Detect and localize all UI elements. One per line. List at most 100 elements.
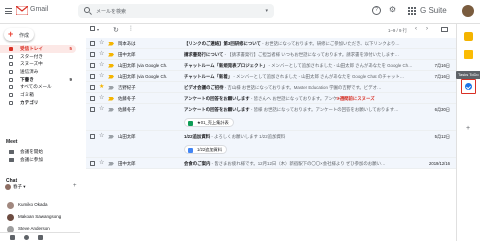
- search-bar[interactable]: メールを検索 ▾: [78, 4, 274, 18]
- importance-marker-icon[interactable]: [108, 135, 114, 139]
- chat-self[interactable]: 春子 ▾: [5, 184, 26, 190]
- email-subject-line: 【リンクのご連絡】第3回研修について - お世話になっております。研修にご参加い…: [184, 38, 414, 49]
- importance-marker-icon[interactable]: [108, 63, 114, 68]
- star-icon[interactable]: ☆: [99, 60, 104, 71]
- sidebar-item[interactable]: すべてのメール: [0, 83, 76, 91]
- email-row[interactable]: ☆ 岡本あは 【リンクのご連絡】第3回研修について - お世話になっております。研修…: [86, 38, 456, 49]
- apps-grid-icon[interactable]: [408, 7, 416, 15]
- settings-icon[interactable]: ⚙: [388, 6, 397, 15]
- importance-marker-icon[interactable]: [108, 162, 114, 166]
- sidebar-item[interactable]: ゴミ箱: [0, 91, 76, 99]
- unread-count: 5: [69, 46, 72, 51]
- email-row[interactable]: ☆ 佐藤冬子 アンケートの回答をお願いします - 皆様 お世話になっております。アン…: [86, 104, 456, 131]
- search-options-icon[interactable]: ▾: [265, 8, 268, 14]
- row-checkbox[interactable]: [90, 41, 95, 46]
- sidebar-item[interactable]: 送信済み: [0, 68, 76, 76]
- attachment-chip[interactable]: 1/22追加資料: [184, 145, 227, 154]
- compose-label: 作成: [19, 33, 30, 39]
- star-icon[interactable]: ☆: [99, 71, 104, 82]
- tasks-button[interactable]: [461, 79, 476, 94]
- email-row[interactable]: ☆ 佐藤冬子 アンケートの回答をお願いします - 皆さんへ お世話になっております。…: [86, 93, 456, 104]
- importance-marker-icon[interactable]: [108, 41, 114, 46]
- attachment-chip[interactable]: ★01_売上集計表: [184, 118, 234, 127]
- email-sender: 岡本あは: [118, 41, 136, 46]
- compose-button[interactable]: + 作成: [4, 28, 34, 41]
- sidebar-item[interactable]: スター付き: [0, 53, 76, 61]
- meet-join-item[interactable]: 会議に参加: [0, 156, 76, 164]
- row-checkbox[interactable]: [90, 134, 95, 139]
- row-checkbox[interactable]: [90, 85, 95, 90]
- chat-footer: [0, 232, 80, 241]
- new-chat-icon[interactable]: +: [73, 183, 77, 189]
- add-addon-icon[interactable]: +: [466, 125, 470, 132]
- star-icon[interactable]: ☆: [99, 93, 104, 104]
- importance-marker-icon[interactable]: [108, 52, 114, 57]
- email-row[interactable]: ☆ 山田太郎 (via Google Ch. チャットルーム「新規発表プロジェクト」…: [86, 60, 456, 71]
- email-snippet: - お世話になっております。研修にご参加いただき、以下リンクより…: [260, 41, 400, 46]
- sidebar-item[interactable]: 受信トレイ 5: [0, 45, 76, 53]
- people-icon[interactable]: [10, 235, 15, 240]
- star-icon[interactable]: ☆: [99, 104, 104, 115]
- prev-page-icon[interactable]: ‹: [415, 26, 417, 32]
- select-options-icon[interactable]: ▾: [97, 27, 99, 32]
- email-row[interactable]: ☆ 田中太郎 会食のご案内 - 皆さまお疲れ様です。12月12日（木）新宿駅下の〇〇…: [86, 158, 456, 169]
- star-icon[interactable]: ☆: [99, 38, 104, 49]
- meet-start-item[interactable]: 会議を開始: [0, 148, 76, 156]
- email-snippet: - 皆さまお疲れ様です。12月12日（木）新宿駅下の〇〇×会社様より ぜひ参加の…: [210, 161, 386, 166]
- refresh-icon[interactable]: ↻: [113, 26, 119, 34]
- importance-marker-icon[interactable]: [108, 108, 114, 112]
- email-sender: 吉野紀子: [118, 85, 136, 90]
- email-sender: 山田太郎: [118, 134, 136, 139]
- importance-marker-icon[interactable]: [108, 74, 114, 79]
- keep-icon[interactable]: [464, 50, 473, 59]
- row-checkbox[interactable]: [90, 74, 95, 79]
- chat-bubble-icon[interactable]: [24, 235, 29, 240]
- email-subject: 【リンクのご連絡】第3回研修について: [184, 41, 261, 46]
- email-row[interactable]: ☆ 山田太郎 1/22追加資料 - よろしくお願いします 1/22追加資料 5月12日…: [86, 131, 456, 158]
- email-date: 7月16日: [434, 74, 450, 79]
- star-icon[interactable]: ☆: [99, 49, 104, 60]
- gsuite-brand: G Suite: [420, 6, 447, 15]
- select-all-checkbox[interactable]: [90, 26, 95, 31]
- importance-marker-icon[interactable]: [108, 86, 114, 90]
- row-checkbox[interactable]: [90, 63, 95, 68]
- search-input[interactable]: メールを検索: [96, 8, 126, 15]
- star-icon[interactable]: ☆: [99, 131, 104, 142]
- importance-marker-icon[interactable]: [108, 96, 114, 101]
- email-subject-line: アンケートの回答をお願いします - 皆様 お世話になっております。アンケートの回…: [184, 104, 414, 115]
- main-menu-icon[interactable]: [5, 8, 12, 14]
- email-snippet: - 【請求書発行】ご担当者様 いつもお世話になっております。請求書を添付いたしま…: [223, 52, 399, 57]
- contact-avatar: [7, 213, 14, 221]
- next-page-icon[interactable]: ›: [426, 26, 428, 32]
- row-checkbox[interactable]: [90, 161, 95, 166]
- chat-contact[interactable]: Kumiko Okada: [5, 200, 79, 210]
- email-row[interactable]: ☆ 山田太郎 (via Google Ch. チャットルーム「新着」 - メンバーと…: [86, 71, 456, 82]
- more-options-icon[interactable]: ⋮: [128, 25, 134, 32]
- sidebar-item[interactable]: カテゴリ: [0, 99, 76, 107]
- email-row[interactable]: ★ 吉野紀子 ビデオ会議のご招待 - 吉山様 お世話になっております。Master …: [86, 82, 456, 93]
- account-avatar[interactable]: [462, 5, 474, 17]
- phone-icon[interactable]: [38, 235, 43, 240]
- meet-heading: Meet: [6, 139, 18, 145]
- help-icon[interactable]: ?: [372, 6, 381, 15]
- snooze-badge: ③週間前にスヌーズ: [336, 96, 375, 101]
- folder-icon: [9, 62, 13, 67]
- input-tools-icon[interactable]: [441, 27, 448, 32]
- row-checkbox[interactable]: [90, 52, 95, 57]
- email-subject: チャットルーム「新規発表プロジェクト」: [184, 63, 268, 68]
- folder-icon: [9, 77, 13, 82]
- email-row[interactable]: ☆ 田中太郎 請求書発行について - 【請求書発行】ご担当者様 いつもお世話になって…: [86, 49, 456, 60]
- star-icon[interactable]: ★: [99, 82, 104, 93]
- row-checkbox[interactable]: [90, 96, 95, 101]
- star-icon[interactable]: ☆: [99, 158, 104, 169]
- row-checkbox[interactable]: [90, 107, 95, 112]
- email-subject: アンケートの回答をお願いします: [184, 107, 250, 112]
- calendar-icon[interactable]: [464, 32, 473, 41]
- sidebar-item[interactable]: 下書き 9: [0, 76, 76, 84]
- email-sender: 田中太郎: [118, 161, 136, 166]
- search-icon[interactable]: [84, 7, 90, 13]
- sidebar-item[interactable]: スヌーズ中: [0, 60, 76, 68]
- email-subject-line: 会食のご案内 - 皆さまお疲れ様です。12月12日（木）新宿駅下の〇〇×会社様よ…: [184, 158, 414, 169]
- email-subject-line: 1/22追加資料 - よろしくお願いします 1/22追加資料: [184, 131, 414, 142]
- chat-contact[interactable]: Makoan Sawangsong: [5, 212, 79, 222]
